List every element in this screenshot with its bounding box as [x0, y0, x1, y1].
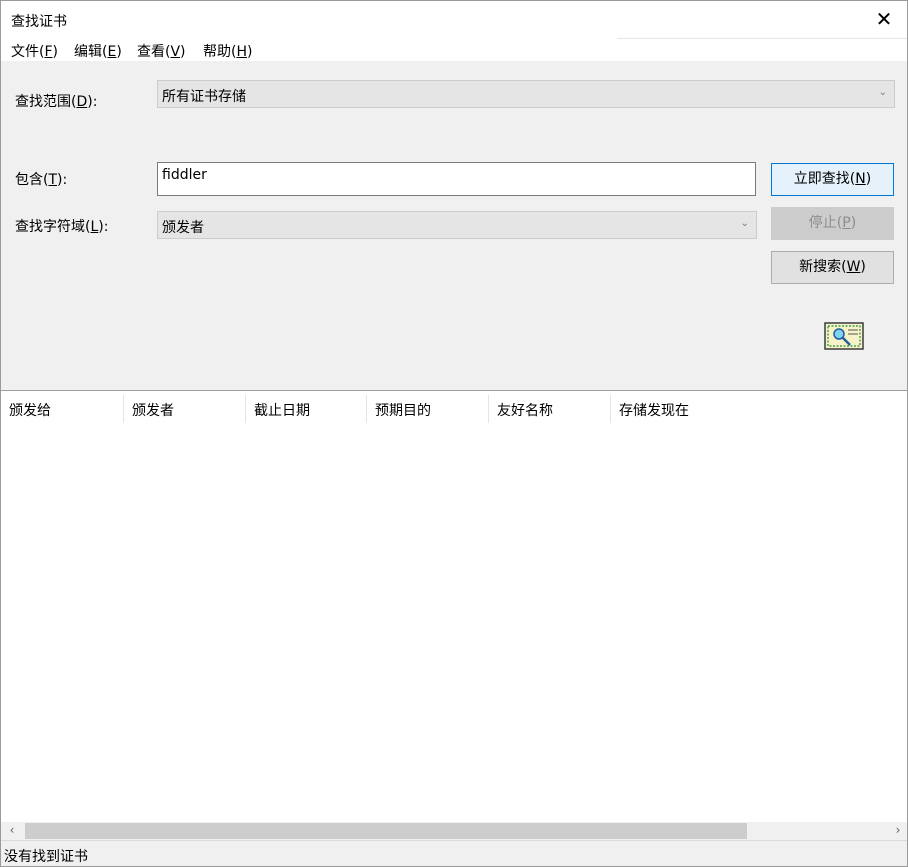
scrollbar-thumb[interactable] [25, 823, 747, 839]
chevron-down-icon: ⌄ [740, 218, 749, 229]
field-value: 颁发者 [162, 220, 204, 236]
window-title: 查找证书 [11, 14, 67, 30]
scroll-left-icon[interactable]: ‹ [3, 823, 21, 837]
scope-label: 查找范围(D): [15, 94, 98, 110]
status-bar: 没有找到证书 [1, 840, 907, 866]
contains-input[interactable] [158, 163, 755, 195]
stop-button[interactable]: 停止(P) [771, 207, 894, 240]
search-panel: 查找范围(D): 所有证书存储 ⌄ 包含(T): 查找字符域(L): 颁发者 ⌄… [1, 61, 907, 390]
column-header-expiration[interactable]: 截止日期 [246, 391, 367, 427]
close-button[interactable]: ✕ [861, 1, 907, 38]
results-list[interactable]: 颁发给 颁发者 截止日期 预期目的 友好名称 存储发现在 [1, 390, 907, 823]
contains-field[interactable] [157, 162, 756, 196]
column-header-issued-to[interactable]: 颁发给 [1, 391, 124, 427]
contains-label: 包含(T): [15, 172, 68, 188]
certificate-search-icon [824, 322, 864, 350]
menu-bar: 文件(F) 编辑(E) 查看(V) 帮助(H) [1, 38, 907, 61]
scope-dropdown[interactable]: 所有证书存储 ⌄ [157, 80, 895, 108]
menubar-divider [617, 38, 907, 39]
column-header-friendly-name[interactable]: 友好名称 [489, 391, 611, 427]
column-header-store-found-in[interactable]: 存储发现在 [611, 391, 761, 427]
menu-file[interactable]: 文件(F) [11, 41, 58, 61]
title-bar: 查找证书 ✕ [1, 1, 907, 38]
menu-view[interactable]: 查看(V) [137, 41, 186, 61]
scroll-right-icon[interactable]: › [889, 823, 907, 837]
field-dropdown[interactable]: 颁发者 ⌄ [157, 211, 757, 239]
horizontal-scrollbar[interactable]: ‹ › [1, 822, 907, 840]
menu-edit[interactable]: 编辑(E) [74, 41, 122, 61]
menu-help[interactable]: 帮助(H) [203, 41, 252, 61]
scope-value: 所有证书存储 [162, 89, 246, 105]
chevron-down-icon: ⌄ [878, 87, 887, 98]
field-label: 查找字符域(L): [15, 219, 109, 235]
find-now-button[interactable]: 立即查找(N) [771, 163, 894, 196]
new-search-button[interactable]: 新搜索(W) [771, 251, 894, 284]
column-header-issuer[interactable]: 颁发者 [124, 391, 246, 427]
status-text: 没有找到证书 [4, 849, 88, 865]
find-certificates-window: 查找证书 ✕ 文件(F) 编辑(E) 查看(V) 帮助(H) 查找范围(D): … [0, 0, 908, 867]
column-header-intended-purposes[interactable]: 预期目的 [367, 391, 489, 427]
